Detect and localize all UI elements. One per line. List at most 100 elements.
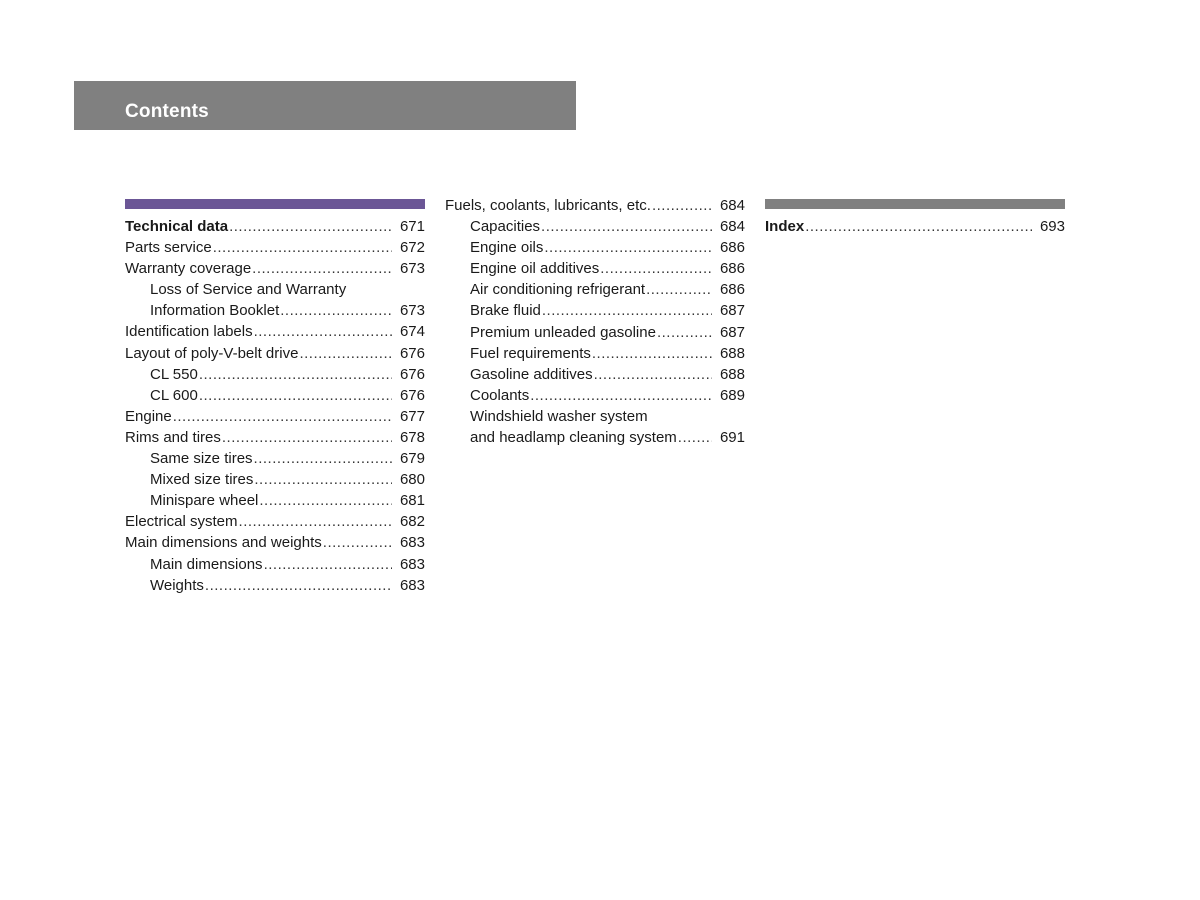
page-title: Contents xyxy=(125,101,209,122)
toc-entry-page-number: 681 xyxy=(399,492,425,510)
dot-leader xyxy=(678,427,712,448)
toc-entry-label: Coolants xyxy=(470,386,530,404)
toc-entry[interactable]: Fuels, coolants, lubricants, etc. 684 xyxy=(445,195,745,216)
toc-entry-label: Gasoline additives xyxy=(470,365,593,383)
toc-entry[interactable]: Warranty coverage 673 xyxy=(125,258,425,279)
toc-entry[interactable]: Mixed size tires 680 xyxy=(125,469,425,490)
toc-entry[interactable]: Rims and tires 678 xyxy=(125,427,425,448)
toc-entry-label: Electrical system xyxy=(125,513,238,531)
toc-entry[interactable]: CL 600 676 xyxy=(125,385,425,406)
toc-entry[interactable]: Layout of poly-V-belt drive 676 xyxy=(125,343,425,364)
toc-entry[interactable]: Main dimensions 683 xyxy=(125,554,425,575)
dot-leader xyxy=(594,364,712,385)
toc-entry-label: CL 550 xyxy=(150,365,198,383)
toc-entry-label: and headlamp cleaning system xyxy=(470,429,677,447)
toc-entry-label: Mixed size tires xyxy=(150,471,254,489)
dot-leader xyxy=(299,343,392,364)
toc-entry-page-number: 673 xyxy=(399,302,425,320)
toc-entry[interactable]: Parts service 672 xyxy=(125,237,425,258)
toc-entry-label: Capacities xyxy=(470,218,541,236)
toc-entry[interactable]: Air conditioning refrigerant 686 xyxy=(445,279,745,300)
dot-leader xyxy=(239,511,392,532)
toc-entry[interactable]: Weights 683 xyxy=(125,575,425,596)
dot-leader xyxy=(530,385,712,406)
toc-entry[interactable]: CL 550 676 xyxy=(125,364,425,385)
toc-entry[interactable]: and headlamp cleaning system 691 xyxy=(445,427,745,448)
toc-entry[interactable]: Capacities 684 xyxy=(445,216,745,237)
toc-entry[interactable]: Same size tires 679 xyxy=(125,448,425,469)
toc-entry-page-number: 687 xyxy=(719,302,745,320)
toc-entry-page-number: 679 xyxy=(399,450,425,468)
dot-leader xyxy=(592,343,712,364)
toc-entry-page-number: 676 xyxy=(399,344,425,362)
toc-entry-label: Premium unleaded gasoline xyxy=(470,323,656,341)
toc-entry-page-number: 682 xyxy=(399,513,425,531)
toc-entry[interactable]: Engine 677 xyxy=(125,406,425,427)
toc-entry[interactable]: Premium unleaded gasoline 687 xyxy=(445,322,745,343)
toc-entry-page-number: 686 xyxy=(719,281,745,299)
toc-entry-label: Main dimensions and weights xyxy=(125,534,322,552)
toc-entry[interactable]: Brake fluid 687 xyxy=(445,300,745,321)
dot-leader xyxy=(323,532,392,553)
toc-entry-label: Air conditioning refrigerant xyxy=(470,281,646,299)
dot-leader xyxy=(199,385,392,406)
dot-leader xyxy=(280,300,392,321)
toc-entry-page-number: 688 xyxy=(719,344,745,362)
toc-entry-page-number: 686 xyxy=(719,239,745,257)
toc-entry-label: Windshield washer system xyxy=(470,407,648,425)
toc-entry[interactable]: Engine oils 686 xyxy=(445,237,745,258)
toc-entry-page-number: 688 xyxy=(719,365,745,383)
toc-entry-label: Information Booklet xyxy=(150,302,280,320)
toc-entry-label: Weights xyxy=(150,576,204,594)
toc-entry-label: Engine oils xyxy=(470,239,544,257)
toc-entry-label: Identification labels xyxy=(125,323,253,341)
dot-leader xyxy=(173,406,392,427)
toc-entry-page-number: 689 xyxy=(719,386,745,404)
toc-entry[interactable]: Index 693 xyxy=(765,216,1065,237)
toc-entry-label: Engine oil additives xyxy=(470,260,600,278)
dot-leader xyxy=(600,258,712,279)
dot-leader xyxy=(646,279,712,300)
toc-entry-page-number: 693 xyxy=(1039,218,1065,235)
toc-column-fuels: Fuels, coolants, lubricants, etc.684Capa… xyxy=(445,195,745,448)
toc-entry[interactable]: Technical data 671 xyxy=(125,216,425,237)
dot-leader xyxy=(652,195,712,216)
toc-column-technical-data: Technical data671Parts service672Warrant… xyxy=(125,195,425,596)
toc-entry-label: Main dimensions xyxy=(150,555,263,573)
toc-entry-page-number: 674 xyxy=(399,323,425,341)
toc-entry-page-number: 676 xyxy=(399,386,425,404)
toc-entry-page-number: 683 xyxy=(399,576,425,594)
dot-leader xyxy=(205,575,392,596)
section-bar-index xyxy=(765,199,1065,209)
toc-entry[interactable]: Fuel requirements 688 xyxy=(445,343,745,364)
toc-entry[interactable]: Gasoline additives 688 xyxy=(445,364,745,385)
toc-entry-label: Minispare wheel xyxy=(150,492,259,510)
toc-entry: Windshield washer system xyxy=(445,406,745,427)
dot-leader xyxy=(222,427,392,448)
toc-entry-page-number: 686 xyxy=(719,260,745,278)
toc-entry-label: Engine xyxy=(125,407,172,425)
toc-entry-page-number: 677 xyxy=(399,407,425,425)
toc-entry[interactable]: Coolants 689 xyxy=(445,385,745,406)
toc-entry-label: Fuels, coolants, lubricants, etc. xyxy=(445,197,651,214)
dot-leader xyxy=(254,321,392,342)
dot-leader xyxy=(805,216,1032,237)
toc-entry[interactable]: Identification labels 674 xyxy=(125,321,425,342)
toc-entry-label: Warranty coverage xyxy=(125,260,252,278)
toc-entry[interactable]: Main dimensions and weights 683 xyxy=(125,532,425,553)
toc-entry[interactable]: Engine oil additives 686 xyxy=(445,258,745,279)
toc-entry[interactable]: Electrical system 682 xyxy=(125,511,425,532)
toc-entry-page-number: 672 xyxy=(399,239,425,257)
toc-entry-page-number: 684 xyxy=(719,218,745,236)
toc-entry[interactable]: Minispare wheel 681 xyxy=(125,490,425,511)
toc-entry-page-number: 671 xyxy=(399,218,425,235)
toc-entry-label: Parts service xyxy=(125,239,212,257)
toc-entry[interactable]: Information Booklet 673 xyxy=(125,300,425,321)
dot-leader xyxy=(259,490,392,511)
toc-entry-label: Index xyxy=(765,218,805,235)
dot-leader xyxy=(541,216,712,237)
contents-header: Contents xyxy=(74,81,576,130)
dot-leader xyxy=(544,237,712,258)
dot-leader xyxy=(252,258,392,279)
toc-entry-page-number: 680 xyxy=(399,471,425,489)
